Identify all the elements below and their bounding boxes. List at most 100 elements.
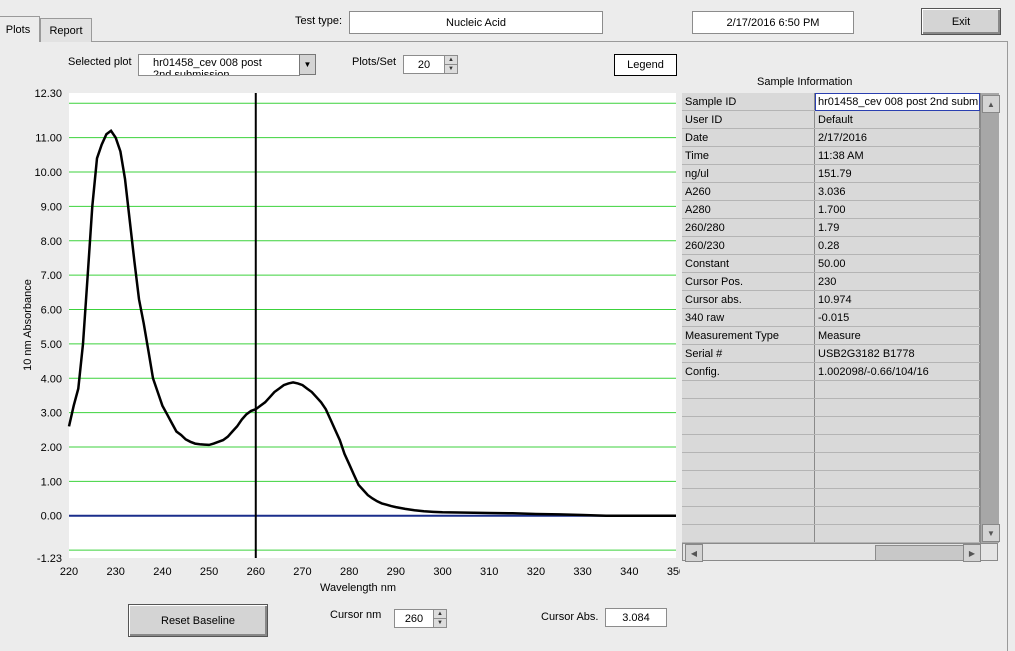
sample-info-value: -0.015 (814, 308, 980, 327)
x-tick-label: 250 (200, 566, 218, 578)
plots-per-set-stepper[interactable]: ▲ ▼ (444, 55, 458, 74)
scroll-right-icon[interactable]: ▶ (963, 544, 981, 562)
sample-info-value (814, 488, 980, 507)
x-tick-label: 280 (340, 566, 358, 578)
sample-info-key (682, 470, 815, 489)
absorbance-chart: 12.30 11.00 10.00 9.00 8.00 7.00 6.00 5.00 4.00 3… (22, 88, 680, 594)
sample-info-value[interactable]: hr01458_cev 008 post 2nd submis (814, 93, 980, 111)
sample-info-key (682, 524, 815, 543)
sample-info-value: 1.79 (814, 218, 980, 237)
sample-info-row: Cursor abs. 10.974 (682, 290, 980, 309)
sample-info-value: 11:38 AM (814, 146, 980, 165)
legend-button[interactable]: Legend (614, 54, 677, 76)
sample-info-row: Measurement Type Measure (682, 326, 980, 345)
sample-info-value (814, 434, 980, 453)
sample-info-key: Config. (682, 362, 815, 381)
sample-info-row (682, 380, 980, 399)
cursor-nm-input[interactable]: 260 (394, 609, 434, 628)
sample-info-key (682, 452, 815, 471)
sample-info-row: Cursor Pos. 230 (682, 272, 980, 291)
stepper-up-icon[interactable]: ▲ (434, 610, 446, 619)
scroll-left-icon[interactable]: ◀ (685, 544, 703, 562)
sample-info-row (682, 452, 980, 471)
sample-info-value: Measure (814, 326, 980, 345)
sample-info-key: User ID (682, 110, 815, 129)
sample-info-value: 230 (814, 272, 980, 291)
y-tick-label: 2.00 (41, 442, 62, 454)
sample-info-key: 260/280 (682, 218, 815, 237)
sample-info-value (814, 380, 980, 399)
stepper-down-icon[interactable]: ▼ (434, 619, 446, 628)
sample-info-value: 2/17/2016 (814, 128, 980, 147)
sample-info-key: Cursor Pos. (682, 272, 815, 291)
sample-info-row (682, 416, 980, 435)
sample-info-row: Config. 1.002098/-0.66/104/16 (682, 362, 980, 381)
y-tick-labels: 12.30 11.00 10.00 9.00 8.00 7.00 6.00 5.00 4.00 3… (34, 88, 62, 565)
sample-info-value: 10.974 (814, 290, 980, 309)
sample-info-row (682, 434, 980, 453)
y-tick-label: 6.00 (41, 305, 62, 317)
sample-info-row: 260/230 0.28 (682, 236, 980, 255)
sample-info-row: User ID Default (682, 110, 980, 129)
sample-info-row: A260 3.036 (682, 182, 980, 201)
cursor-abs-field: 3.084 (605, 608, 667, 627)
sample-info-key (682, 434, 815, 453)
cursor-nm-stepper[interactable]: ▲ ▼ (433, 609, 447, 628)
sample-info-value: USB2G3182 B1778 (814, 344, 980, 363)
sample-info-key (682, 380, 815, 399)
exit-button[interactable]: Exit (921, 8, 1001, 35)
sample-info-value (814, 524, 980, 543)
plot-area (69, 93, 676, 558)
sample-info-key: A260 (682, 182, 815, 201)
tab-plots[interactable]: Plots (0, 16, 40, 42)
reset-baseline-button[interactable]: Reset Baseline (128, 604, 268, 637)
datetime-field: 2/17/2016 6:50 PM (692, 11, 854, 34)
x-tick-label: 270 (293, 566, 311, 578)
sample-info-row: Constant 50.00 (682, 254, 980, 273)
x-tick-label: 260 (247, 566, 265, 578)
y-tick-label: 3.00 (41, 408, 62, 420)
y-tick-label: 11.00 (35, 133, 62, 145)
selected-plot-dropdown[interactable]: hr01458_cev 008 post 2nd submission (138, 54, 300, 76)
sample-info-row (682, 524, 980, 543)
test-type-field: Nucleic Acid (349, 11, 603, 34)
dropdown-arrow-icon[interactable]: ▼ (299, 54, 316, 75)
sample-info-key: 260/230 (682, 236, 815, 255)
stepper-up-icon[interactable]: ▲ (445, 56, 457, 65)
sample-info-key (682, 398, 815, 417)
stepper-down-icon[interactable]: ▼ (445, 65, 457, 74)
sample-info-value (814, 416, 980, 435)
y-tick-label: -1.23 (37, 553, 62, 565)
x-tick-label: 350 (667, 566, 680, 578)
sample-info-vscroll[interactable]: ▲ ▼ (980, 93, 1000, 543)
sample-info-row: 340 raw -0.015 (682, 308, 980, 327)
sample-info-row: Sample ID hr01458_cev 008 post 2nd submis (682, 93, 980, 111)
sample-info-value: 0.28 (814, 236, 980, 255)
sample-info-value: 1.700 (814, 200, 980, 219)
scroll-down-icon[interactable]: ▼ (982, 524, 1000, 542)
sample-info-key: ng/ul (682, 164, 815, 183)
sample-info-hscroll[interactable]: ◀ ▶ (682, 543, 998, 562)
sample-info-key: Serial # (682, 344, 815, 363)
y-axis-label: 10 nm Absorbance (22, 279, 34, 371)
sample-info-value: 151.79 (814, 164, 980, 183)
test-type-label: Test type: (295, 15, 343, 27)
plots-per-set-input[interactable]: 20 (403, 55, 445, 74)
sample-info-value: 3.036 (814, 182, 980, 201)
sample-info-key: Time (682, 146, 815, 165)
tab-report-label: Report (49, 24, 83, 37)
sample-info-value (814, 452, 980, 471)
tab-report[interactable]: Report (40, 18, 92, 42)
x-axis-label: Wavelength nm (320, 582, 396, 594)
y-tick-label: 4.00 (41, 373, 62, 385)
sample-info-key: Date (682, 128, 815, 147)
hscroll-thumb[interactable] (875, 545, 965, 561)
sample-info-row: Serial # USB2G3182 B1778 (682, 344, 980, 363)
sample-info-key: Cursor abs. (682, 290, 815, 309)
sample-info-value: 50.00 (814, 254, 980, 273)
sample-info-value (814, 398, 980, 417)
x-tick-label: 330 (573, 566, 591, 578)
scroll-up-icon[interactable]: ▲ (982, 95, 1000, 113)
sample-info-table: Sample ID hr01458_cev 008 post 2nd submis… (682, 93, 980, 543)
sample-info-title: Sample Information (757, 76, 853, 88)
